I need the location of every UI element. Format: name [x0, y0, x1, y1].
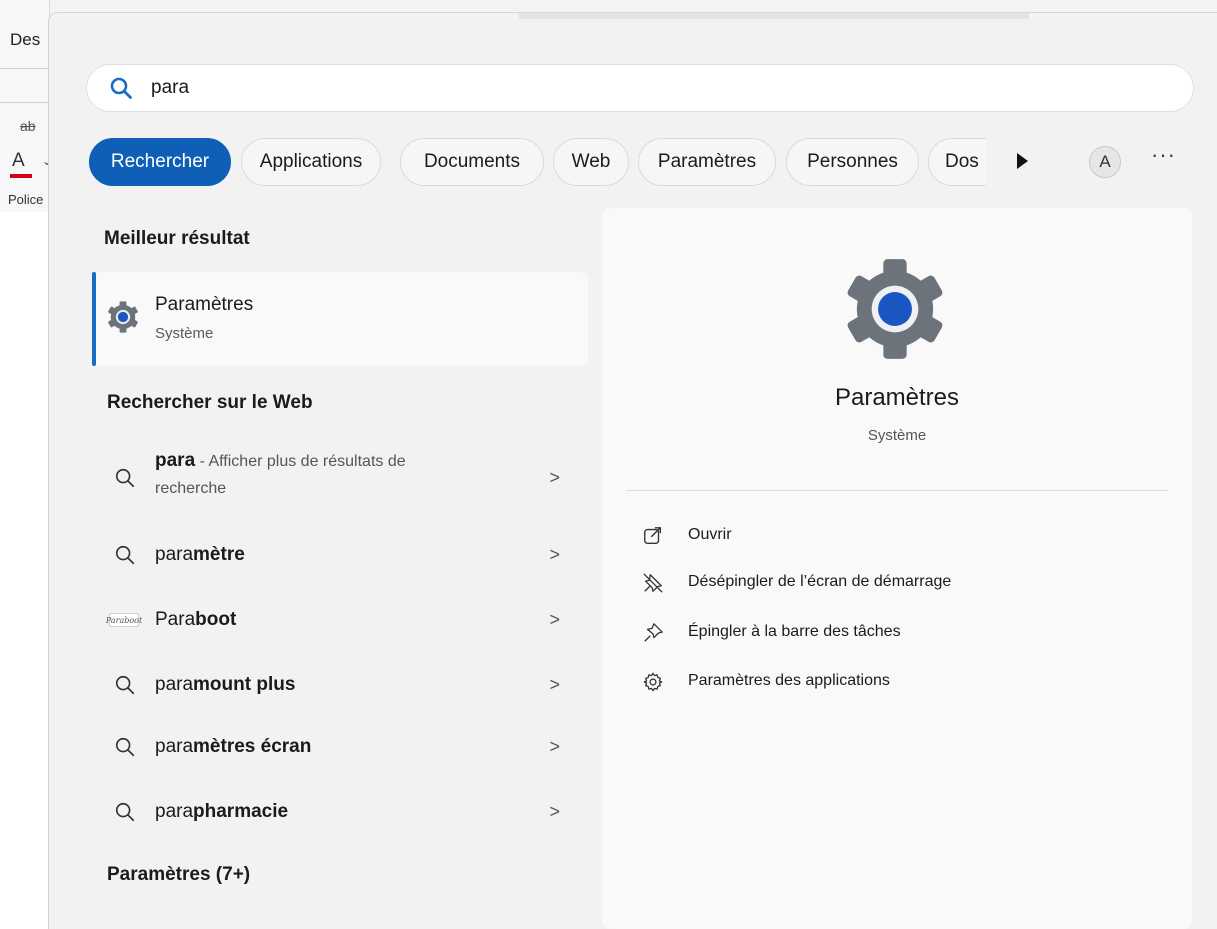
- action-label: Ouvrir: [688, 526, 732, 543]
- suggestion-bold: pharmacie: [193, 801, 289, 822]
- web-result-text: parapharmacie: [155, 801, 288, 823]
- font-group-label: Police: [8, 192, 44, 207]
- settings-gear-icon: [847, 259, 943, 359]
- filter-tabs: Rechercher Applications Documents Web Pa…: [89, 138, 1189, 186]
- action-label: Épingler à la barre des tâches: [688, 623, 901, 640]
- font-color-button[interactable]: A: [12, 150, 25, 172]
- more-options-button[interactable]: ···: [1151, 142, 1176, 168]
- preview-pane: Paramètres Système Ouvrir Désépingler de…: [602, 208, 1192, 929]
- background-divider: [0, 68, 50, 69]
- suggestion-bold: boot: [195, 609, 237, 630]
- document-canvas: [0, 212, 48, 929]
- result-description: - Afficher plus de résultats de: [195, 453, 406, 470]
- chevron-right-icon: >: [549, 736, 560, 757]
- query-plain: Para: [155, 609, 196, 630]
- query-plain: para: [155, 736, 194, 757]
- account-avatar[interactable]: A: [1089, 146, 1121, 178]
- pin-icon: [644, 623, 663, 642]
- web-result-item[interactable]: Paraboot Paraboot >: [104, 592, 576, 648]
- open-external-icon: [644, 527, 662, 545]
- gear-icon: [643, 672, 663, 692]
- chevron-right-icon: >: [549, 674, 560, 695]
- action-label: Désépingler de l’écran de démarrage: [688, 573, 952, 590]
- web-result-text: paramètres écran: [155, 736, 311, 758]
- background-tab-label[interactable]: Des: [10, 30, 40, 50]
- search-box[interactable]: [86, 64, 1194, 112]
- result-description-line2: recherche: [155, 480, 227, 497]
- strikethrough-button[interactable]: ab: [20, 118, 36, 134]
- tab-parametres[interactable]: Paramètres: [638, 138, 776, 186]
- web-search-heading: Rechercher sur le Web: [107, 392, 313, 413]
- panel-top-edge: [519, 13, 1029, 19]
- suggestion-bold: mètre: [193, 544, 245, 565]
- web-result-item[interactable]: paramètre >: [104, 527, 576, 583]
- chevron-right-icon: >: [549, 544, 560, 565]
- query-plain: para: [155, 544, 194, 565]
- chevron-right-icon: >: [549, 467, 560, 488]
- action-pin-taskbar[interactable]: Épingler à la barre des tâches: [642, 619, 1142, 647]
- web-result-item[interactable]: paramètres écran >: [104, 719, 576, 775]
- paraboot-logo-icon: Paraboot: [106, 613, 142, 627]
- background-app-window: Des ab A ⌄ Police: [0, 0, 52, 929]
- best-match-subtitle: Système: [155, 325, 214, 342]
- chevron-right-icon: >: [549, 801, 560, 822]
- action-app-settings[interactable]: Paramètres des applications: [642, 668, 1142, 696]
- search-icon: [115, 675, 135, 695]
- tab-documents[interactable]: Documents: [400, 138, 544, 186]
- search-icon: [110, 77, 132, 99]
- action-unpin-start[interactable]: Désépingler de l’écran de démarrage: [642, 569, 1142, 597]
- search-icon: [115, 802, 135, 822]
- scroll-tabs-right-icon[interactable]: [1017, 153, 1028, 169]
- web-result-text: para - Afficher plus de résultats de rec…: [155, 450, 485, 498]
- chevron-right-icon: >: [549, 609, 560, 630]
- tab-applications[interactable]: Applications: [241, 138, 381, 186]
- query-plain: para: [155, 674, 194, 695]
- settings-gear-icon: [108, 301, 138, 333]
- tab-personnes[interactable]: Personnes: [786, 138, 919, 186]
- web-result-item[interactable]: para - Afficher plus de résultats de rec…: [104, 446, 576, 510]
- tab-dossiers[interactable]: Dos: [928, 138, 986, 186]
- unpin-icon: [643, 573, 663, 593]
- tab-rechercher[interactable]: Rechercher: [89, 138, 231, 186]
- selection-indicator: [92, 272, 96, 366]
- query-plain: para: [155, 801, 194, 822]
- background-divider: [0, 102, 50, 103]
- search-input[interactable]: [151, 77, 1051, 99]
- web-result-item[interactable]: parapharmacie >: [104, 784, 576, 840]
- search-icon: [115, 468, 135, 488]
- preview-subtitle: Système: [867, 427, 927, 444]
- action-label: Paramètres des applications: [688, 672, 890, 689]
- web-result-item[interactable]: paramount plus >: [104, 657, 576, 713]
- action-open[interactable]: Ouvrir: [642, 522, 1142, 550]
- preview-divider: [626, 490, 1168, 491]
- font-color-indicator: [10, 174, 32, 178]
- web-result-text: paramètre: [155, 544, 245, 566]
- best-match-heading: Meilleur résultat: [104, 228, 250, 249]
- preview-title: Paramètres: [834, 384, 960, 411]
- query-bold: para: [155, 450, 196, 471]
- best-match-item[interactable]: Paramètres Système: [92, 272, 588, 366]
- web-result-text: paramount plus: [155, 674, 295, 696]
- web-result-text: Paraboot: [155, 609, 236, 631]
- settings-section-heading[interactable]: Paramètres (7+): [107, 864, 250, 886]
- suggestion-bold: mètres écran: [193, 736, 312, 757]
- search-icon: [115, 737, 135, 757]
- tab-web[interactable]: Web: [553, 138, 629, 186]
- best-match-name: Paramètres: [155, 294, 254, 315]
- search-icon: [115, 545, 135, 565]
- suggestion-bold: mount plus: [193, 674, 296, 695]
